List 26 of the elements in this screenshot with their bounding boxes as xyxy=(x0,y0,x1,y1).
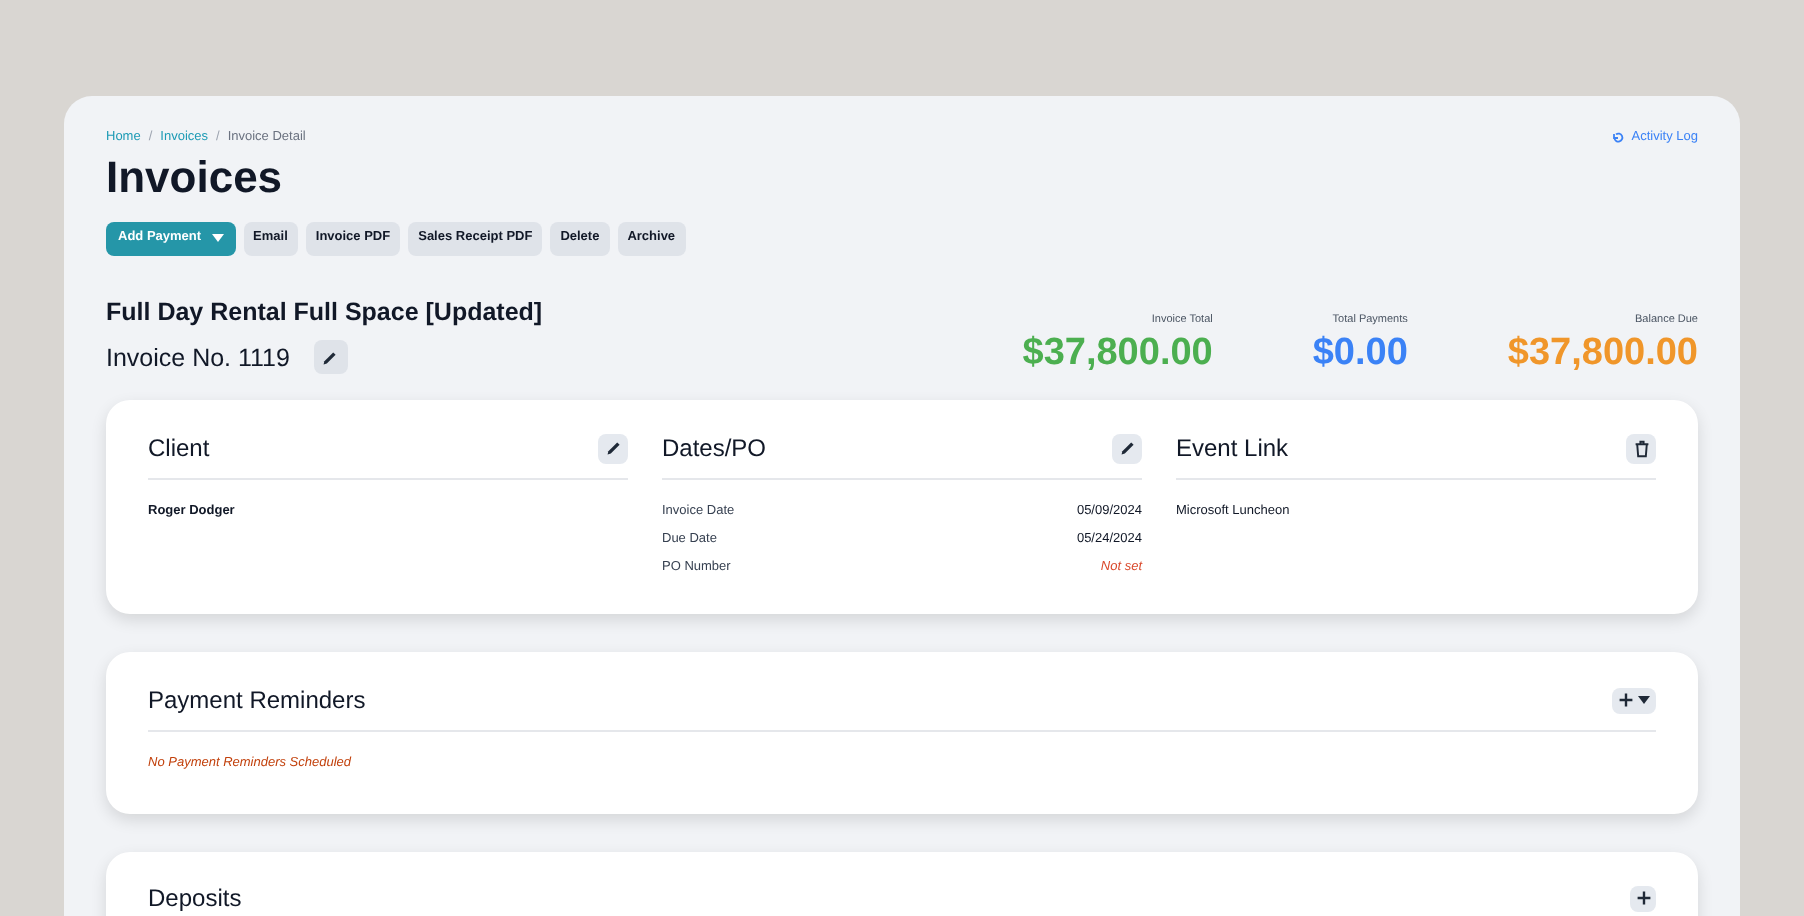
total-amount: $37,800.00 xyxy=(1507,329,1698,377)
edit-button[interactable] xyxy=(598,433,628,464)
delete-button[interactable] xyxy=(1626,433,1656,464)
section-title: Dates/PO xyxy=(662,432,767,467)
caret-icon xyxy=(211,234,224,243)
pencil-icon xyxy=(1119,440,1135,457)
plus-icon xyxy=(1635,890,1651,907)
trash-icon xyxy=(1633,439,1649,458)
invoice-name: Full Day Rental Full Space [Updated] xyxy=(106,295,543,330)
section-title: Deposits xyxy=(148,882,242,916)
pencil-icon xyxy=(605,440,621,457)
edit-button[interactable] xyxy=(1112,433,1142,464)
add-dropdown-button[interactable] xyxy=(1612,687,1656,714)
section-title: Client xyxy=(148,432,210,467)
history-icon xyxy=(1611,131,1624,144)
caret-icon xyxy=(1638,696,1650,705)
section-title: Payment Reminders xyxy=(148,684,366,719)
total-amount: $37,800.00 xyxy=(1022,329,1213,377)
page-title: Invoices xyxy=(106,155,283,200)
section-title: Event Link xyxy=(1176,432,1289,467)
total-amount: $0.00 xyxy=(1312,329,1408,377)
invoice-number: Invoice No. 1119 xyxy=(106,341,290,375)
plus-icon xyxy=(1618,692,1634,709)
add-button[interactable] xyxy=(1630,885,1656,912)
pencil-icon xyxy=(322,349,339,366)
edit-button[interactable] xyxy=(313,340,348,375)
